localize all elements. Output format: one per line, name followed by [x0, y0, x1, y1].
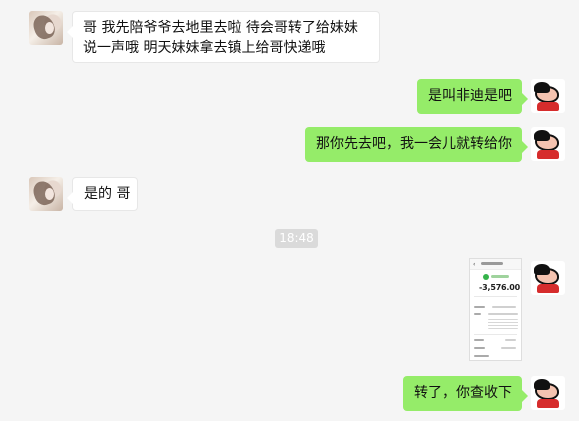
screenshot-row-label	[474, 355, 489, 357]
message-bubble-left[interactable]: 哥 我先陪爷爷去地里去啦 待会哥转了给妹妹说一声哦 明天妹妹拿去镇上给哥快递哦	[67, 11, 380, 63]
message-text: 是的 哥	[84, 186, 131, 202]
avatar-shirt	[537, 399, 559, 408]
avatar-hair	[534, 264, 550, 275]
message-bubble-right[interactable]: 是叫非迪是吧	[417, 79, 528, 114]
avatar-shirt	[537, 284, 559, 293]
message-bubble-right[interactable]: 转了，你查收下	[403, 376, 528, 411]
contact-avatar[interactable]	[29, 11, 63, 45]
self-avatar[interactable]	[531, 79, 565, 113]
payment-amount: -3,576.00	[479, 283, 520, 292]
payment-status-icon	[483, 274, 489, 280]
screenshot-header: ‹	[470, 259, 521, 270]
contact-avatar[interactable]	[29, 177, 63, 211]
self-avatar[interactable]	[531, 127, 565, 161]
screenshot-note-lines	[488, 319, 518, 329]
self-avatar[interactable]	[531, 261, 565, 295]
message-text: 是叫非迪是吧	[428, 88, 512, 104]
screenshot-row-value	[501, 347, 516, 349]
avatar-shirt	[537, 150, 559, 159]
message-bubble-left[interactable]: 是的 哥	[67, 177, 138, 211]
chat-window: 哥 我先陪爷爷去地里去啦 待会哥转了给妹妹说一声哦 明天妹妹拿去镇上给哥快递哦 …	[0, 0, 579, 421]
screenshot-row-value	[488, 313, 518, 315]
message-text: 那你先去吧，我一会儿就转给你	[316, 136, 512, 152]
screenshot-row-value	[505, 339, 516, 341]
message-text: 转了，你查收下	[414, 385, 512, 401]
screenshot-divider	[474, 296, 517, 297]
screenshot-row-label	[474, 347, 485, 349]
message-text: 哥 我先陪爷爷去地里去啦 待会哥转了给妹妹说一声哦 明天妹妹拿去镇上给哥快递哦	[83, 20, 358, 56]
avatar-hair	[534, 379, 550, 390]
timestamp-label: 18:48	[275, 229, 318, 248]
screenshot-title-placeholder	[481, 262, 503, 265]
screenshot-row-label	[474, 306, 485, 308]
message-bubble-right[interactable]: 那你先去吧，我一会儿就转给你	[305, 127, 528, 162]
payment-screenshot-message[interactable]: ‹ -3,576.00	[469, 258, 522, 361]
screenshot-divider	[474, 334, 517, 335]
avatar-hair	[534, 130, 550, 141]
screenshot-row-value	[492, 306, 516, 308]
chevron-left-icon: ‹	[473, 261, 476, 268]
avatar-shirt	[537, 102, 559, 111]
screenshot-row-label	[474, 313, 481, 315]
payment-status-line	[491, 275, 509, 278]
self-avatar[interactable]	[531, 376, 565, 410]
screenshot-row-label	[474, 339, 484, 341]
avatar-hair	[534, 82, 550, 93]
